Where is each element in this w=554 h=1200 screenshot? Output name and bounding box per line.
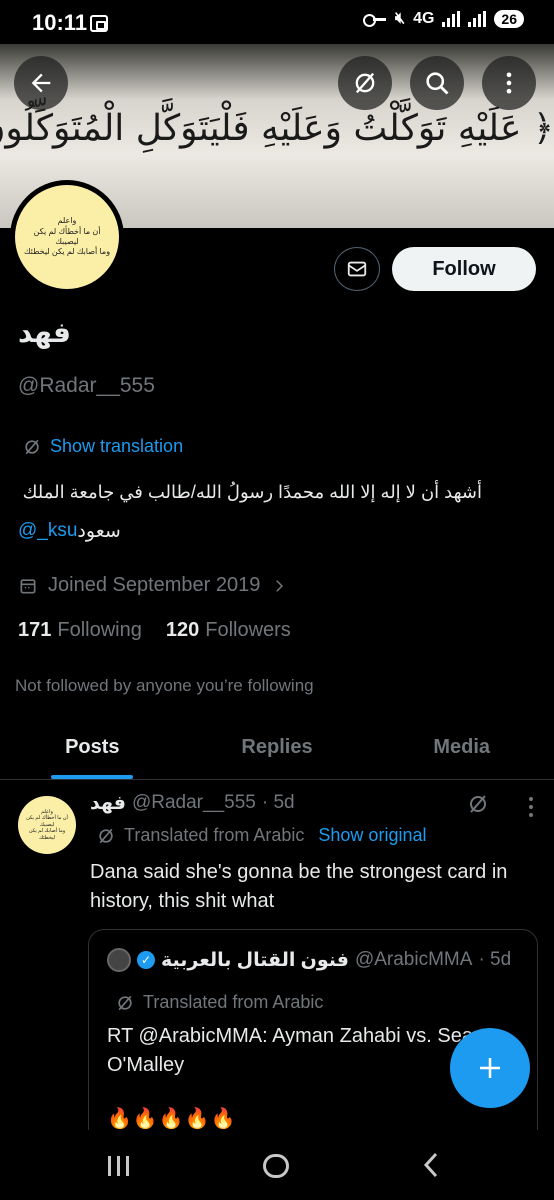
signal-icon — [442, 11, 461, 27]
followers-label: Followers — [205, 619, 291, 641]
status-bar: 10:11 🔇︎ 4G 26 — [0, 0, 554, 44]
calendar-icon — [20, 578, 36, 593]
more-vertical-icon — [506, 72, 512, 94]
follow-stats: 171 Following 120 Followers — [18, 619, 291, 642]
quote-translated-row: Translated from Arabic — [115, 992, 323, 1013]
quote-author-name: فنون القتال بالعربية — [161, 949, 349, 971]
joined-label: Joined September 2019 — [48, 574, 261, 596]
profile-bio-line2: @_ksu سعود — [18, 520, 121, 543]
quote-emoji: 🔥🔥🔥🔥🔥 — [107, 1108, 237, 1130]
more-options-button[interactable] — [482, 56, 536, 110]
back-button[interactable] — [14, 56, 68, 110]
profile-name: فهد — [18, 317, 71, 348]
plus-icon — [480, 1058, 500, 1078]
mute-icon: 🔇︎ — [394, 10, 406, 27]
mail-icon — [347, 261, 367, 277]
tweet-time: · 5d — [261, 792, 295, 813]
search-icon — [426, 72, 449, 95]
tweet-avatar[interactable]: واعلم أن ما أخطأك لم يكن ليصيبك وما أصاب… — [18, 796, 76, 854]
profile-handle: @Radar__555 — [18, 374, 155, 397]
message-button[interactable] — [334, 247, 380, 291]
search-button[interactable] — [410, 56, 464, 110]
profile-tabs: Posts Replies Media — [0, 716, 554, 780]
home-button[interactable] — [263, 1154, 289, 1178]
network-type: 4G — [413, 10, 435, 27]
translate-icon — [470, 795, 486, 813]
quote-translated-label: Translated from Arabic — [143, 992, 324, 1012]
recent-apps-button[interactable] — [108, 1156, 129, 1176]
translate-button[interactable] — [338, 56, 392, 110]
bio-mention-link[interactable]: @_ksu — [18, 520, 77, 543]
translated-from-label: Translated from Arabic — [124, 825, 305, 845]
status-indicators: 🔇︎ 4G 26 — [362, 10, 524, 28]
translate-icon — [118, 995, 132, 1010]
chevron-right-icon — [276, 579, 284, 592]
following-label: Following — [57, 619, 142, 641]
translate-icon — [355, 72, 375, 94]
show-translation-link[interactable]: Show translation — [22, 436, 183, 457]
tweet-text: Dana said she's gonna be the strongest c… — [90, 861, 508, 912]
following-stat[interactable]: 171 Following — [18, 619, 142, 642]
tab-media[interactable]: Media — [369, 716, 554, 779]
followers-count: 120 — [165, 619, 200, 641]
back-nav-button[interactable] — [420, 1150, 442, 1187]
more-vertical-icon — [529, 797, 533, 817]
avatar-text-line1: واعلم — [57, 216, 77, 226]
avatar-image: واعلم أن ما أخطأك لم يكن ليصيبك وما أصاب… — [15, 185, 119, 289]
not-followed-notice: Not followed by anyone you’re following — [15, 676, 314, 695]
vpn-key-icon — [362, 12, 387, 27]
tweet-author-handle[interactable]: @Radar__555 — [132, 792, 256, 815]
show-translation-label: Show translation — [50, 436, 184, 456]
avatar-text-line3: وما أصابك لم يكن ليخطئك — [23, 247, 111, 257]
status-time: 10:11 — [32, 10, 88, 35]
follow-button[interactable]: Follow — [392, 247, 536, 291]
screenshot-icon — [90, 15, 108, 32]
signal-icon-2 — [468, 11, 487, 27]
avatar-text-line2: أن ما أخطأك لم يكن ليصيبك — [33, 226, 101, 246]
joined-date[interactable]: Joined September 2019 — [18, 574, 288, 597]
tweet-translated-row: Translated from Arabic Show original — [96, 825, 426, 846]
tab-replies[interactable]: Replies — [185, 716, 370, 779]
arrow-left-icon — [31, 73, 51, 93]
quote-author-handle: @ArabicMMA — [354, 949, 473, 970]
chevron-left-icon — [423, 1152, 438, 1178]
show-original-link[interactable]: Show original — [318, 825, 426, 846]
verified-badge-icon: ✓ — [137, 951, 155, 969]
followers-stat[interactable]: 120 Followers — [166, 619, 291, 642]
tab-posts[interactable]: Posts — [0, 716, 185, 779]
translate-icon — [25, 439, 39, 454]
tweet-avatar-text-line2: أن ما أخطأك لم يكن ليصيبك — [26, 815, 68, 828]
profile-bio: أشهد أن لا إله إلا الله محمدًا رسولُ الل… — [22, 482, 482, 502]
quote-avatar — [107, 948, 131, 972]
tweet-author-name[interactable]: فهد — [90, 792, 126, 815]
bio-line2-text: سعود — [77, 521, 121, 542]
tweet-more-button[interactable] — [520, 796, 541, 818]
system-nav-bar — [0, 1130, 554, 1200]
following-count: 171 — [18, 619, 52, 641]
translate-icon — [99, 828, 113, 843]
banner-calligraphy: ﴿ عَلَيْهِ تَوَكَّلْتُ وَعَلَيْهِ فَلْيَ… — [0, 108, 554, 149]
battery-level: 26 — [494, 10, 524, 28]
quote-header: ✓ فنون القتال بالعربية @ArabicMMA · 5d — [107, 948, 511, 972]
profile-avatar[interactable]: واعلم أن ما أخطأك لم يكن ليصيبك وما أصاب… — [10, 180, 124, 294]
tweet-header: فهد @Radar__555 · 5d — [90, 792, 295, 815]
tweet-avatar-text-line3: وما أصابك لم يكن ليخطئك — [28, 828, 66, 841]
tweet-translate-button[interactable] — [466, 792, 490, 821]
quote-time: · 5d — [478, 949, 512, 970]
compose-button[interactable] — [450, 1028, 530, 1108]
